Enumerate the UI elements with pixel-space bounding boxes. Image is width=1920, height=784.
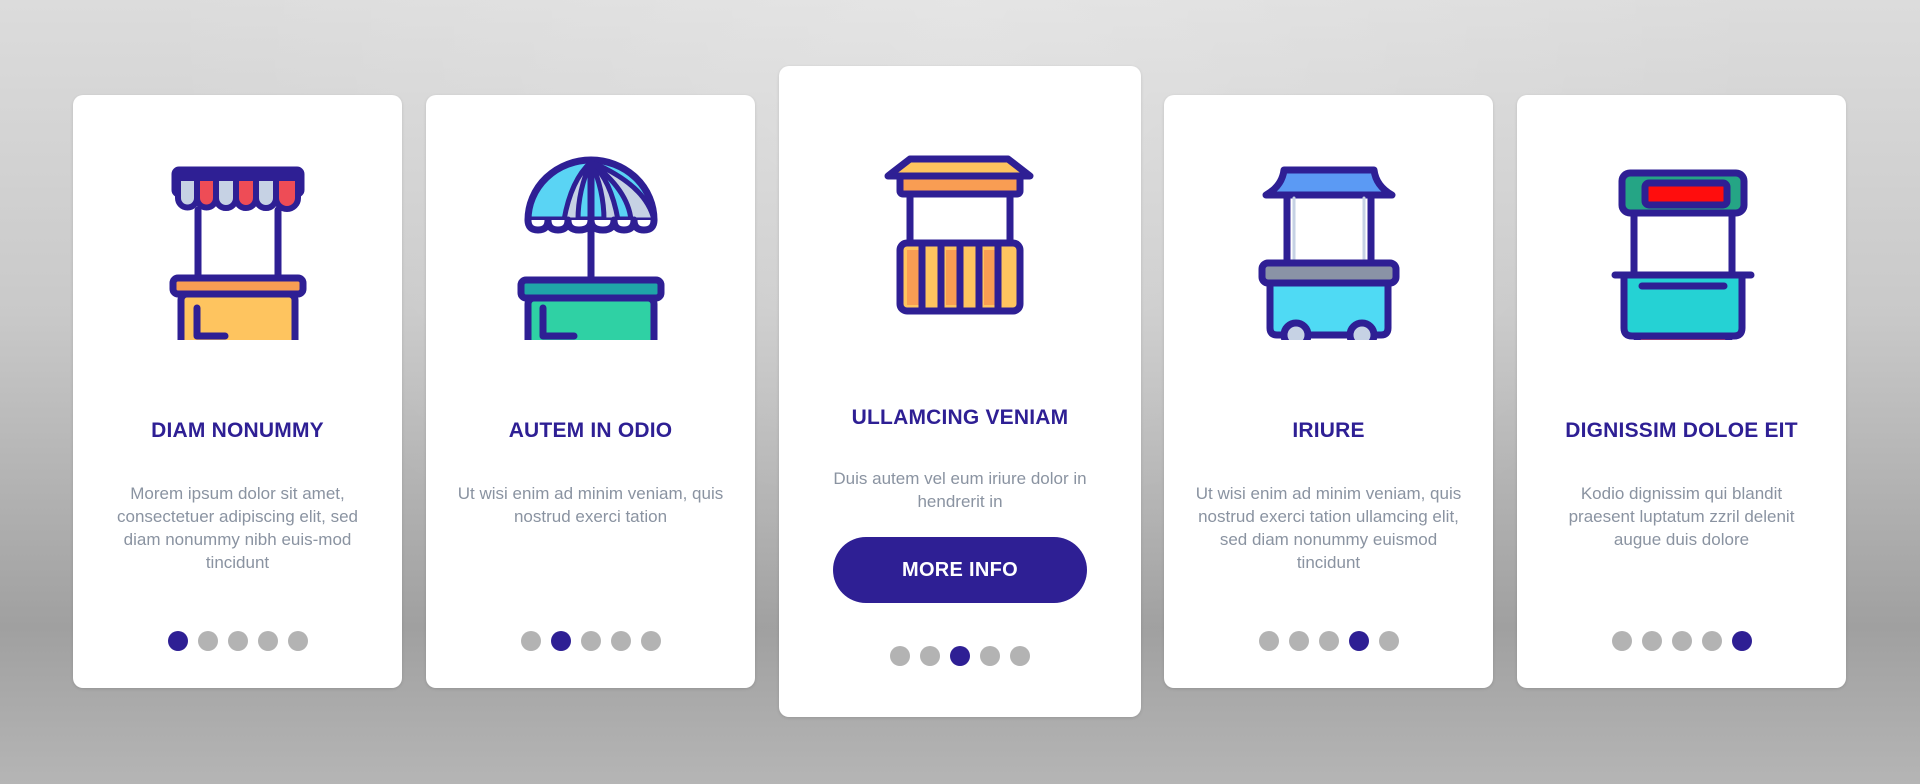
page-dot-3[interactable] <box>227 631 248 651</box>
onboarding-card-2: AUTEM IN ODIO Ut wisi enim ad minim veni… <box>426 95 755 688</box>
pagination-dots <box>1164 631 1493 651</box>
card-description: Kodio dignissim qui blandit praesent lup… <box>1568 484 1795 549</box>
page-dot-4[interactable] <box>1348 631 1369 651</box>
card-description: Morem ipsum dolor sit amet, consectetuer… <box>117 484 358 572</box>
food-cart-icon <box>1258 166 1399 340</box>
page-dot-4[interactable] <box>980 646 1000 666</box>
card-description: Ut wisi enim ad minim veniam, quis nostr… <box>457 484 724 526</box>
market-stall-striped-awning-icon <box>169 166 306 340</box>
page-dot-3[interactable] <box>1671 631 1692 651</box>
page-dot-4[interactable] <box>257 631 278 651</box>
page-dot-2[interactable] <box>920 646 940 666</box>
page-dot-1[interactable] <box>890 646 910 666</box>
pagination-dots <box>1517 631 1846 651</box>
icon-container <box>1517 150 1846 340</box>
icon-container <box>73 150 402 340</box>
onboarding-card-5: DIGNISSIM DOLOE EIT Kodio dignissim qui … <box>1517 95 1846 688</box>
pagination-dots <box>779 646 1141 666</box>
card-title: DIGNISSIM DOLOE EIT <box>1565 419 1798 442</box>
page-dot-4[interactable] <box>1701 631 1722 651</box>
page-dot-5[interactable] <box>287 631 308 651</box>
pagination-dots <box>426 631 755 651</box>
page-dot-2[interactable] <box>1641 631 1662 651</box>
page-dot-5[interactable] <box>1731 631 1752 651</box>
page-dot-4[interactable] <box>610 631 631 651</box>
icon-container <box>426 150 755 340</box>
icon-container <box>779 151 1141 331</box>
onboarding-card-4: IRIURE Ut wisi enim ad minim veniam, qui… <box>1164 95 1493 688</box>
pagination-dots <box>73 631 402 651</box>
page-dot-2[interactable] <box>197 631 218 651</box>
onboarding-card-3: ULLAMCING VENIAM Duis autem vel eum iriu… <box>779 66 1141 717</box>
kiosk-booth-icon <box>884 155 1034 315</box>
more-info-button[interactable]: MORE INFO <box>833 537 1087 603</box>
umbrella-stall-icon <box>517 156 664 340</box>
card-title: IRIURE <box>1292 419 1365 442</box>
card-title: DIAM NONUMMY <box>151 419 324 442</box>
page-dot-1[interactable] <box>167 631 188 651</box>
page-dot-5[interactable] <box>1010 646 1030 666</box>
signboard-stand-icon <box>1611 169 1754 340</box>
page-dot-1[interactable] <box>1258 631 1279 651</box>
page-dot-3[interactable] <box>950 646 970 666</box>
onboarding-card-1: DIAM NONUMMY Morem ipsum dolor sit amet,… <box>73 95 402 688</box>
page-dot-5[interactable] <box>640 631 661 651</box>
card-title: ULLAMCING VENIAM <box>851 406 1069 429</box>
page-dot-3[interactable] <box>1318 631 1339 651</box>
page-dot-2[interactable] <box>550 631 571 651</box>
card-title: AUTEM IN ODIO <box>508 419 673 442</box>
card-description: Duis autem vel eum iriure dolor in hendr… <box>833 469 1087 511</box>
page-dot-1[interactable] <box>520 631 541 651</box>
icon-container <box>1164 150 1493 340</box>
page-dot-5[interactable] <box>1378 631 1399 651</box>
page-dot-3[interactable] <box>580 631 601 651</box>
card-description: Ut wisi enim ad minim veniam, quis nostr… <box>1195 484 1462 572</box>
page-dot-2[interactable] <box>1288 631 1309 651</box>
page-dot-1[interactable] <box>1611 631 1632 651</box>
